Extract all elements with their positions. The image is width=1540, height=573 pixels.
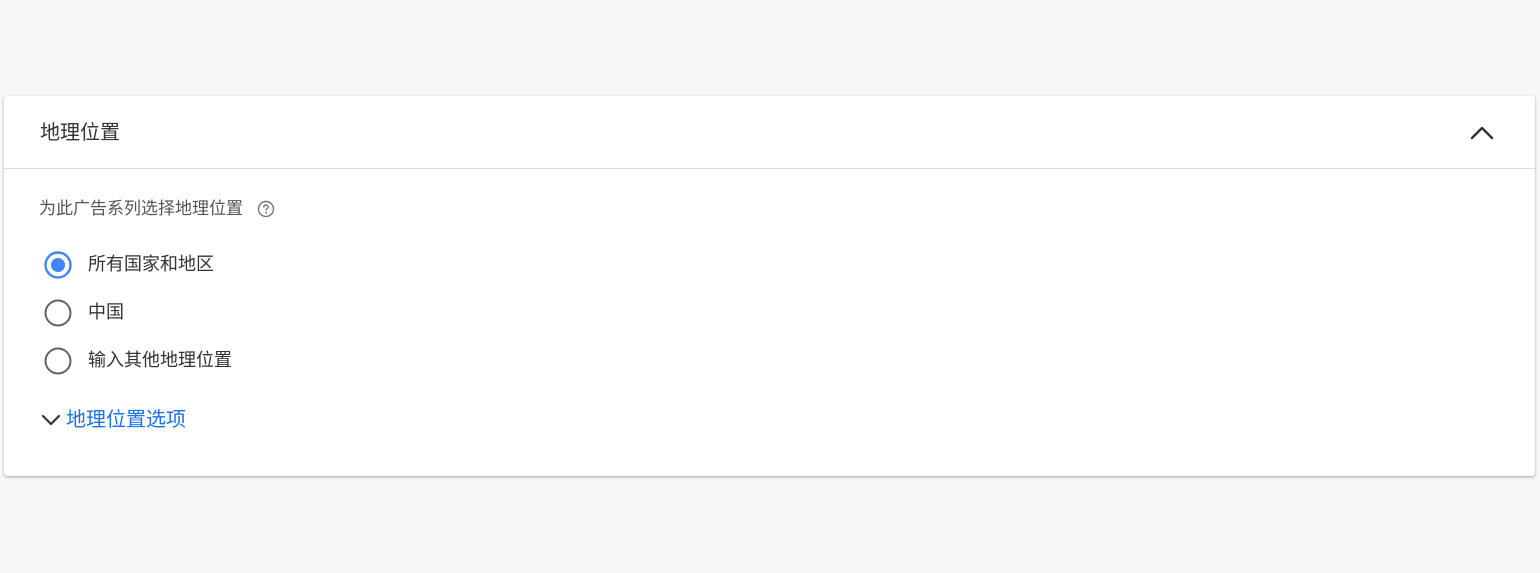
radio-unselected-icon[interactable]: [43, 298, 73, 328]
radio-option-all-countries[interactable]: 所有国家和地区: [43, 249, 214, 281]
location-options-link[interactable]: 地理位置选项: [40, 405, 186, 433]
radio-label-other-location: 输入其他地理位置: [88, 350, 232, 371]
chevron-up-icon: [1470, 126, 1494, 140]
radio-label-china: 中国: [88, 302, 124, 323]
help-circle-icon[interactable]: [257, 200, 275, 218]
question-label: 为此广告系列选择地理位置: [39, 199, 243, 219]
geo-location-card: 地理位置 为此广告系列选择地理位置 所有国家和地区 中国 输入其他地理位置 地理…: [4, 96, 1535, 476]
question-row: 为此广告系列选择地理位置: [39, 197, 275, 221]
location-options-label[interactable]: 地理位置选项: [66, 405, 186, 433]
radio-option-other-location[interactable]: 输入其他地理位置: [43, 345, 232, 377]
chevron-down-icon: [41, 414, 61, 426]
section-title: 地理位置: [40, 120, 120, 144]
radio-unselected-icon[interactable]: [43, 346, 73, 376]
radio-selected-icon[interactable]: [43, 250, 73, 280]
radio-label-all-countries: 所有国家和地区: [88, 254, 214, 275]
collapse-button[interactable]: [1467, 118, 1497, 148]
radio-option-china[interactable]: 中国: [43, 297, 124, 329]
card-header[interactable]: 地理位置: [4, 96, 1535, 169]
